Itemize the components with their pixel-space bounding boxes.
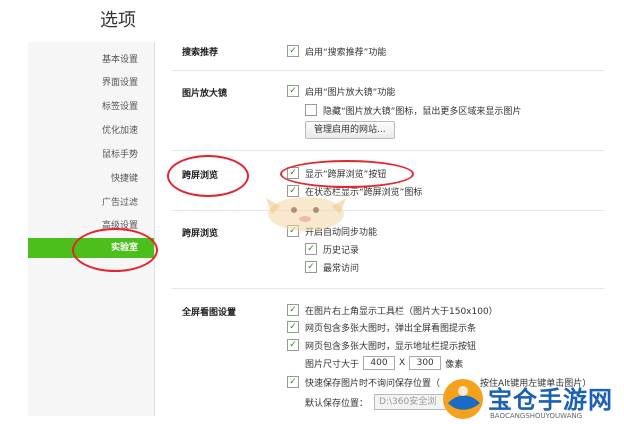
option-label: 启用“搜索推荐”功能: [305, 47, 387, 58]
divider: [172, 210, 604, 211]
checkbox-checked[interactable]: ✓: [287, 376, 299, 388]
annotation-ellipse: [72, 228, 158, 272]
image-width-input[interactable]: 400: [363, 356, 396, 370]
image-size-label: 图片尺寸大于: [305, 359, 360, 370]
checkbox-unchecked[interactable]: [305, 104, 317, 116]
checkbox-checked[interactable]: ✓: [287, 321, 299, 333]
page-title: 选项: [100, 10, 136, 31]
save-path-label: 默认保存位置：: [305, 398, 369, 409]
sidebar-item-adblock[interactable]: 广告过滤: [28, 193, 138, 213]
manage-sites-button[interactable]: 管理启用的网站...: [305, 121, 395, 139]
watermark-logo: 宝仓手游网 BAOCANGSHOUYOUWANG: [440, 376, 620, 424]
annotation-ellipse: [280, 160, 414, 188]
checkbox-checked[interactable]: ✓: [287, 304, 299, 316]
section-title-magnifier: 图片放大镜: [182, 89, 228, 99]
sidebar-item-shortcuts[interactable]: 快捷键: [28, 169, 138, 189]
fullscreen-addressbar-option[interactable]: ✓ 网页包含多张大图时，显示地址栏提示按钮: [287, 338, 476, 352]
annotation-ellipse: [167, 155, 249, 197]
section-title-crossscreen-sync: 跨屏浏览: [182, 229, 219, 239]
option-label: 最常访问: [323, 263, 360, 274]
option-label: 网页包含多张大图时，弹出全屏看图提示条: [305, 323, 477, 334]
checkbox-checked[interactable]: ✓: [305, 243, 317, 255]
option-label: 网页包含多张大图时，显示地址栏提示按钮: [305, 341, 477, 352]
search-suggest-option[interactable]: ✓ 启用“搜索推荐”功能: [287, 44, 386, 58]
divider: [172, 70, 604, 71]
magnifier-enable-option[interactable]: ✓ 启用“图片放大镜”功能: [287, 84, 395, 98]
watermark-brand-text: 宝仓手游网: [488, 385, 613, 414]
watermark-subtitle: BAOCANGSHOUYOUWANG: [490, 412, 583, 420]
checkbox-checked[interactable]: ✓: [305, 261, 317, 273]
sync-history-option[interactable]: ✓ 历史记录: [305, 242, 359, 256]
checkbox-checked[interactable]: ✓: [287, 45, 299, 57]
option-label: 快速保存图片时不询问保存位置（: [305, 378, 441, 389]
checkbox-checked[interactable]: ✓: [287, 339, 299, 351]
sidebar-item-basic[interactable]: 基本设置: [28, 50, 138, 70]
image-size-row: 图片尺寸大于 400 X 300 像素: [305, 356, 463, 370]
sidebar-item-interface[interactable]: 界面设置: [28, 73, 138, 93]
fullscreen-toolbar-option[interactable]: ✓ 在图片右上角显示工具栏（图片大于150x100）: [287, 303, 498, 317]
divider: [172, 288, 604, 289]
size-separator: X: [399, 358, 406, 368]
option-label: 隐藏“图片放大镜”图标，鼠出更多区域来显示图片: [323, 106, 522, 117]
image-height-input[interactable]: 300: [409, 356, 442, 370]
section-title-fullscreen: 全屏看图设置: [182, 308, 237, 318]
mascot-illustration: [266, 197, 346, 231]
section-title-search: 搜索推荐: [182, 48, 219, 58]
magnifier-hide-icon-option[interactable]: 隐藏“图片放大镜”图标，鼠出更多区域来显示图片: [305, 103, 521, 117]
size-unit: 像素: [445, 359, 464, 370]
option-label: 启用“图片放大镜”功能: [305, 87, 396, 98]
checkbox-checked[interactable]: ✓: [287, 85, 299, 97]
sidebar: 基本设置 界面设置 标签设置 优化加速 鼠标手势 快捷键 广告过滤 高级设置 实…: [28, 42, 155, 416]
fullscreen-popup-option[interactable]: ✓ 网页包含多张大图时，弹出全屏看图提示条: [287, 320, 476, 334]
divider: [172, 150, 604, 151]
sidebar-item-optimize[interactable]: 优化加速: [28, 121, 138, 141]
globe-icon: [443, 379, 483, 419]
sidebar-item-mouse-gesture[interactable]: 鼠标手势: [28, 145, 138, 165]
sync-most-visited-option[interactable]: ✓ 最常访问: [305, 260, 359, 274]
option-label: 在图片右上角显示工具栏（图片大于150x100）: [305, 306, 498, 317]
option-label: 历史记录: [323, 245, 360, 256]
sidebar-item-tabs[interactable]: 标签设置: [28, 97, 138, 117]
